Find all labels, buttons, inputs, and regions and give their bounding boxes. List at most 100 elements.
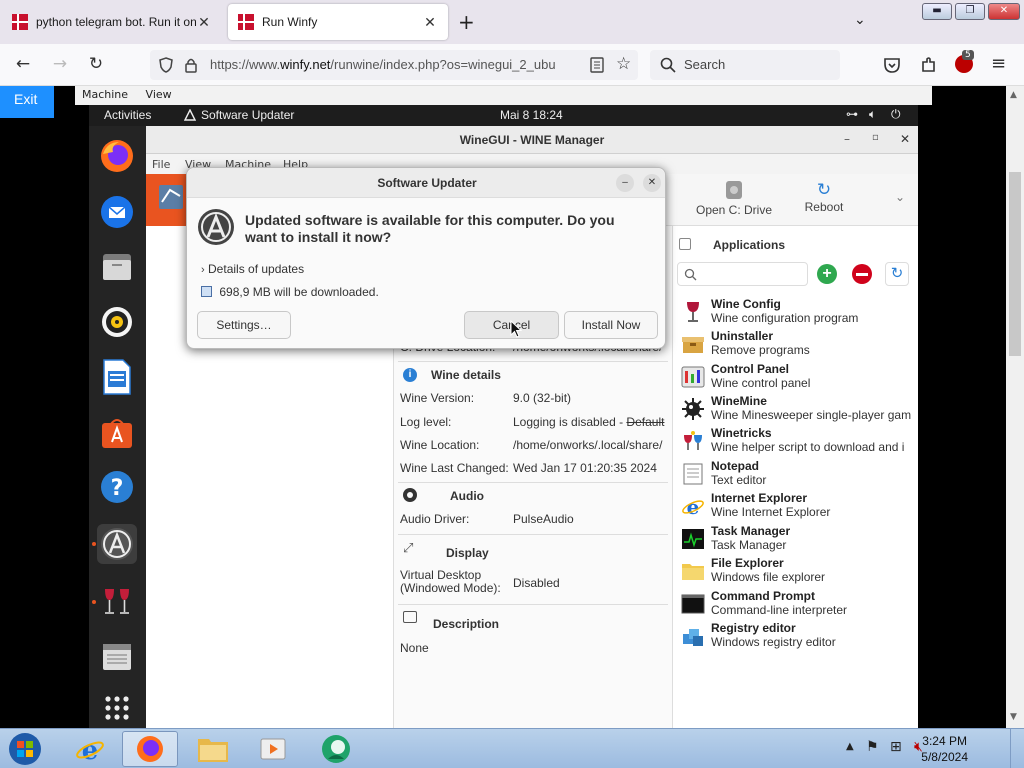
app-item-notepad[interactable]: Notepad Text editor [681,459,917,491]
thunderbird-icon[interactable] [97,192,137,232]
description-value: None [400,641,429,655]
libreoffice-writer-icon[interactable] [97,357,137,397]
hamburger-menu-icon[interactable]: ≡ [991,53,1006,74]
scrollbar-thumb[interactable] [1009,172,1021,356]
back-icon[interactable]: ← [12,54,34,74]
app-item-wine-config[interactable]: Wine Config Wine configuration program [681,297,917,329]
forward-icon[interactable]: → [49,54,71,74]
app-item-command-prompt[interactable]: Command Prompt Command-line interpreter [681,589,917,621]
wine-location-label: Wine Location: [400,438,480,452]
show-desktop-button[interactable] [1010,729,1024,768]
package-icon [201,286,212,297]
dialog-close-icon[interactable]: ✕ [643,174,661,192]
show-applications-icon[interactable] [97,688,137,728]
shield-icon[interactable] [158,57,174,73]
taskbar-ie[interactable]: e [62,731,118,767]
app-item-file-explorer[interactable]: File Explorer Windows file explorer [681,556,917,588]
mine-icon [682,398,704,420]
search-icon [660,57,676,73]
show-hidden-icons-icon[interactable]: ▲ [846,741,854,752]
close-window-button[interactable]: ✕ [988,3,1020,20]
extensions-icon[interactable] [919,56,937,74]
volume-icon[interactable]: 🔈︎ [869,107,876,122]
browser-tab-bar: python telegram bot. Run it onl ✕ Run Wi… [0,0,1024,44]
text-editor-icon[interactable] [97,637,137,677]
app-item-winemine[interactable]: WineMine Wine Minesweeper single-player … [681,394,917,426]
minimize-window-button[interactable]: ▬ [922,3,952,20]
network-icon[interactable]: ⊶ [846,107,858,121]
app-name: Command Prompt [711,589,816,603]
ubuntu-software-icon[interactable] [97,412,137,452]
pocket-icon[interactable] [883,56,901,74]
app-description: Text editor [711,473,767,487]
power-icon[interactable]: ⏻ [891,107,901,122]
app-indicator[interactable]: Software Updater [201,108,294,122]
scroll-up-icon[interactable]: ▲ [1010,90,1017,100]
taskbar-media-player[interactable] [245,731,301,767]
search-box[interactable]: Search [650,50,840,80]
lock-icon[interactable] [184,57,198,73]
ubuntu-dock: ? [89,126,146,728]
firefox-icon[interactable] [97,136,137,176]
box-icon [682,337,704,353]
taskbar-explorer[interactable] [185,731,241,767]
restore-window-button[interactable]: ❐ [955,3,985,20]
close-tab-icon[interactable]: ✕ [422,14,438,31]
app-item-uninstaller[interactable]: Uninstaller Remove programs [681,329,917,361]
app-name: Control Panel [711,362,790,376]
reboot-button[interactable]: ↻ Reboot [791,180,857,214]
url-bar[interactable]: https://www.winfy.net/runwine/index.php?… [150,50,638,80]
scroll-down-icon[interactable]: ▼ [1010,712,1017,722]
maximize-icon[interactable]: ▫ [872,132,879,143]
close-tab-icon[interactable]: ✕ [196,14,212,31]
open-c-drive-button[interactable]: Open C: Drive [689,180,779,217]
app-item-winetricks[interactable]: Winetricks Wine helper script to downloa… [681,426,917,458]
list-tabs-chevron-icon[interactable]: ⌄ [854,12,866,28]
close-icon[interactable]: ✕ [900,132,910,146]
reload-icon[interactable]: ↻ [85,54,107,74]
settings-button[interactable]: Settings… [197,311,291,339]
menu-file[interactable]: File [152,158,170,171]
exit-button[interactable]: Exit [0,86,54,118]
bookmark-star-icon[interactable]: ☆ [616,54,631,74]
tab-telegram-bot[interactable]: python telegram bot. Run it onl ✕ [2,4,222,40]
app-item-internet-explorer[interactable]: e Internet Explorer Wine Internet Explor… [681,491,917,523]
taskbar-firefox[interactable] [122,731,178,767]
action-center-flag-icon[interactable]: ⚑ [866,739,879,755]
start-button[interactable] [0,731,50,767]
url-text[interactable]: https://www.winfy.net/runwine/index.php?… [210,57,600,72]
task-manager-icon [682,529,704,549]
terminal-icon [681,594,705,614]
help-icon[interactable]: ? [97,467,137,507]
datetime[interactable]: Mai 8 18:24 [500,108,563,122]
vm-menu-machine[interactable]: Machine [75,86,135,103]
app-item-registry-editor[interactable]: Registry editor Windows registry editor [681,621,917,653]
software-updater-icon[interactable] [97,524,137,564]
new-tab-icon[interactable]: + [458,10,475,34]
remove-app-icon[interactable] [852,264,872,284]
tab-run-winfy[interactable]: Run Winfy ✕ [228,4,448,40]
audio-heading: Audio [450,489,484,503]
toolbar-overflow-chevron-icon[interactable]: ⌄ [895,190,905,204]
files-icon[interactable] [97,247,137,287]
install-now-button[interactable]: Install Now [564,311,658,339]
taskbar-clock[interactable]: 3:24 PM 5/8/2024 [921,733,968,765]
app-item-task-manager[interactable]: Task Manager Task Manager [681,524,917,556]
add-app-icon[interactable]: + [817,264,837,284]
details-of-updates-expander[interactable]: › Details of updates [201,262,304,276]
network-icon[interactable]: ⊞ [890,739,902,755]
reader-view-icon[interactable] [590,57,604,73]
activities-button[interactable]: Activities [104,108,151,122]
minimize-icon[interactable]: – [844,132,850,146]
taskbar-green-app[interactable] [308,731,364,767]
vm-menu-view[interactable]: View [139,86,179,103]
dialog-minimize-icon[interactable]: – [616,174,634,192]
rhythmbox-icon[interactable] [97,302,137,342]
wine-glasses-icon[interactable] [97,581,137,621]
page-scrollbar[interactable]: ▲ ▼ [1006,86,1024,728]
applications-icon [679,238,691,250]
refresh-apps-icon[interactable]: ↻ [885,262,909,286]
app-item-control-panel[interactable]: Control Panel Wine control panel [681,362,917,394]
app-search-input[interactable] [677,262,808,286]
virtual-desktop-label: Virtual Desktop (Windowed Mode): [400,568,501,595]
